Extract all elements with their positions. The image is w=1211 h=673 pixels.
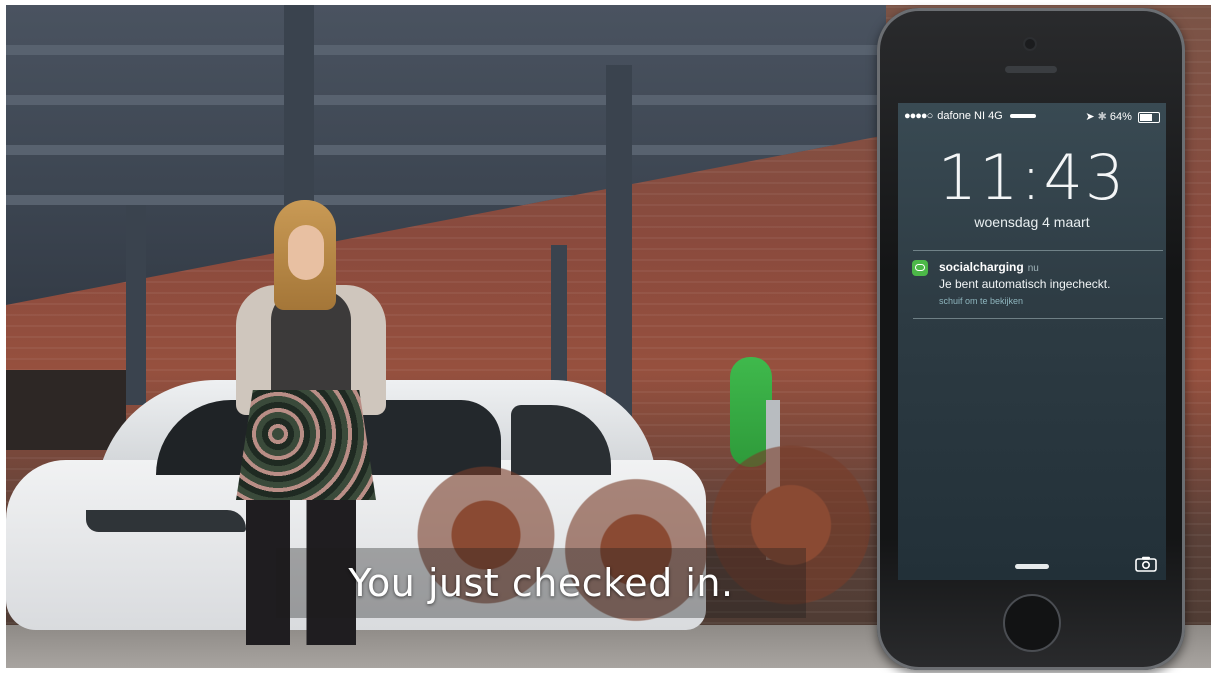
chat-bubble-icon — [912, 260, 928, 276]
steel-column — [551, 245, 567, 395]
bluetooth-icon: ✱ — [1097, 111, 1107, 123]
notification-hint: schuif om te bekijken — [939, 296, 1024, 306]
notification-app-name: socialcharging nu — [939, 260, 1039, 274]
lock-date: woensdag 4 maart — [974, 214, 1090, 230]
front-camera — [1025, 39, 1035, 49]
status-bar: ●●●●○ dafone NI 4G ➤ ✱ 64% — [898, 109, 1166, 125]
video-subtitle: You just checked in. — [348, 561, 734, 605]
battery-percent: 64% — [1109, 111, 1132, 123]
signal-strength-icon: ●●●●○ — [904, 110, 933, 122]
carrier-info: ●●●●○ dafone NI 4G — [904, 110, 1036, 122]
lock-time: 11:43 — [937, 141, 1127, 214]
status-right: ➤ ✱ 64% — [1085, 110, 1160, 123]
network-type: 4G — [988, 110, 1003, 122]
loading-bar-icon — [1009, 114, 1036, 119]
notification-divider — [913, 250, 1163, 251]
battery-icon — [1138, 111, 1160, 123]
slider-bar-icon[interactable] — [1015, 564, 1049, 569]
steel-column — [126, 205, 146, 405]
carrier-name: dafone NI — [937, 110, 985, 122]
notification-item[interactable]: socialcharging nu Je bent automatisch ing… — [912, 258, 1162, 313]
notification-time: nu — [1027, 263, 1039, 274]
home-button[interactable] — [1003, 594, 1061, 652]
lock-screen: ●●●●○ dafone NI 4G ➤ ✱ 64% 11:43 woensda… — [898, 103, 1166, 580]
notification-divider — [913, 318, 1163, 319]
notification-message: Je bent automatisch ingecheckt. — [939, 277, 1111, 291]
camera-icon[interactable] — [1135, 556, 1157, 572]
earpiece-speaker — [1005, 66, 1057, 73]
location-arrow-icon: ➤ — [1085, 111, 1095, 123]
